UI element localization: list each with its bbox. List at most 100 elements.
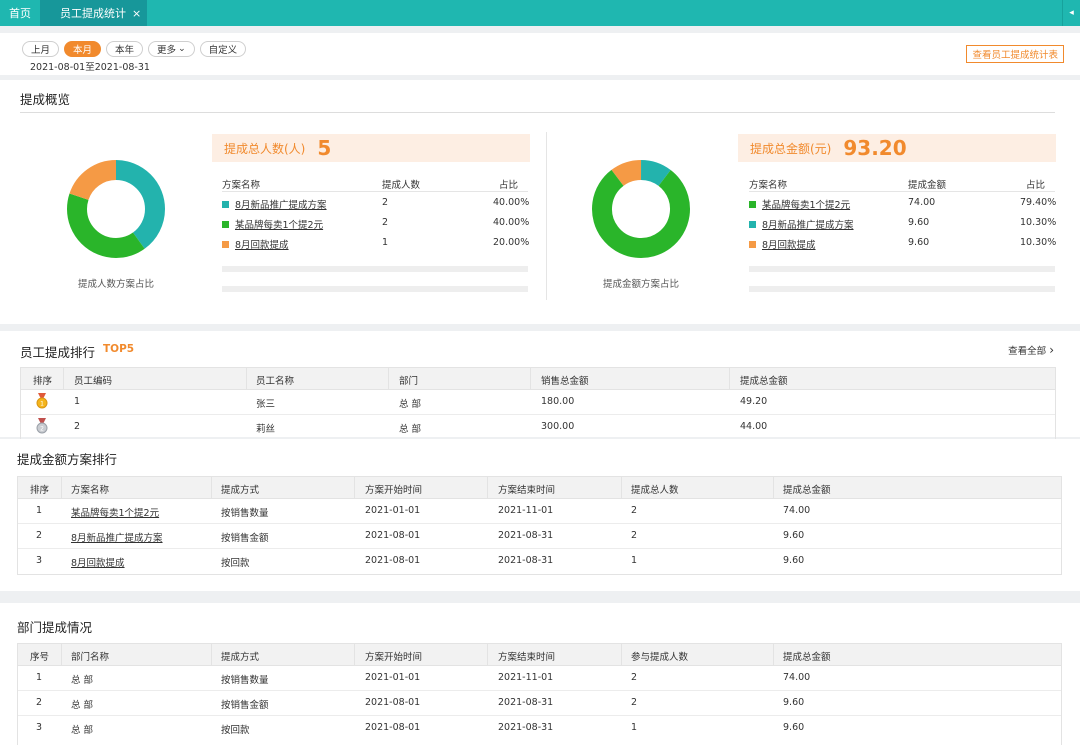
col-share: 占比 (1026, 180, 1046, 191)
plan-link[interactable]: 某品牌每卖1个提2元 (235, 217, 323, 231)
table-header: 序号 部门名称 提成方式 方案开始时间 方案结束时间 参与提成人数 提成总金额 (18, 644, 1061, 666)
amount-cell: 74.00 (783, 672, 811, 683)
plan-name-cell: 8月新品推广提成方案 (749, 217, 854, 231)
close-icon[interactable]: × (132, 7, 141, 20)
table-header: 排序 员工编码 员工名称 部门 销售总金额 提成总金额 (21, 368, 1055, 390)
table-row: 8月回款提成 1 20.00% (222, 232, 529, 252)
chevron-right-icon: › (1049, 343, 1054, 357)
chip-this-month[interactable]: 本月 (64, 41, 102, 57)
table-row: 某品牌每卖1个提2元 74.00 79.40% (749, 192, 1056, 212)
plan-link[interactable]: 8月回款提成 (71, 555, 125, 569)
people-cell: 1 (631, 555, 638, 566)
tab-home[interactable]: 首页 (0, 0, 40, 26)
col-separator (487, 644, 488, 666)
sales-total: 300.00 (541, 421, 575, 432)
col-separator (621, 644, 622, 666)
section-title: 提成概览 (20, 92, 71, 107)
tab-label: 员工提成统计 (60, 7, 126, 20)
svg-text:2: 2 (40, 426, 44, 433)
amount-value: 9.60 (908, 237, 930, 248)
end-date-cell: 2021-08-31 (498, 530, 554, 541)
col-separator (211, 644, 212, 666)
col-no: 序号 (30, 652, 50, 663)
kpi-value: 93.20 (843, 136, 907, 160)
table-row: 2 8月新品推广提成方案 按销售金额 2021-08-01 2021-08-31… (18, 524, 1061, 549)
table-row: 1 某品牌每卖1个提2元 按销售数量 2021-01-01 2021-11-01… (18, 499, 1061, 524)
amount-plan-table: 方案名称 提成金额 占比 某品牌每卖1个提2元 74.00 79.40% 8月新… (749, 172, 1057, 252)
col-separator (621, 477, 622, 499)
method-cell: 按回款 (221, 558, 250, 569)
plan-link[interactable]: 某品牌每卖1个提2元 (762, 197, 850, 211)
chip-this-year[interactable]: 本年 (106, 41, 144, 57)
department-section: 部门提成情况 序号 部门名称 提成方式 方案开始时间 方案结束时间 参与提成人数… (0, 603, 1080, 745)
table-row: 8月新品推广提成方案 9.60 10.30% (749, 212, 1057, 232)
view-all-link[interactable]: 查看全部 › (1008, 343, 1054, 357)
col-share: 占比 (499, 180, 519, 191)
rank-cell: 3 (36, 555, 43, 566)
plan-name-cell: 8月回款提成 (222, 237, 289, 251)
col-separator (354, 477, 355, 499)
plan-link[interactable]: 8月回款提成 (762, 237, 816, 251)
silver-medal-icon: 2 (36, 418, 48, 434)
people-kpi: 提成总人数(人) 5 (212, 134, 530, 162)
no-cell: 3 (36, 722, 43, 733)
method-cell: 按销售数量 (221, 675, 269, 686)
col-employee-name: 员工名称 (256, 376, 295, 387)
people-cell: 2 (631, 530, 638, 541)
plan-name-cell: 8月新品推广提成方案 (222, 197, 327, 211)
col-plan-name: 方案名称 (222, 180, 261, 191)
plan-name-cell: 某品牌每卖1个提2元 (222, 217, 323, 231)
rank-cell: 2 (36, 530, 43, 541)
chip-last-month[interactable]: 上月 (22, 41, 60, 57)
top-tab-bar: 首页 员工提成统计 × ◂ (0, 0, 1080, 26)
col-start-date: 方案开始时间 (365, 652, 423, 663)
legend-swatch (222, 240, 229, 248)
share-value: 10.30% (1020, 217, 1057, 228)
date-range: 2021-08-01至2021-08-31 (30, 62, 150, 73)
people-cell: 2 (631, 505, 638, 516)
plan-link[interactable]: 8月新品推广提成方案 (71, 530, 163, 544)
placeholder-bar (749, 286, 1055, 292)
table-header: 方案名称 提成金额 占比 (749, 172, 1055, 192)
count-value: 2 (382, 197, 389, 208)
table-row: 2 2 莉丝 总 部 300.00 44.00 (21, 415, 1055, 439)
col-sales-total: 销售总金额 (541, 376, 589, 387)
table-row: 某品牌每卖1个提2元 2 40.00% (222, 212, 529, 232)
table-row: 8月新品推广提成方案 2 40.00% (222, 192, 530, 212)
view-report-button[interactable]: 查看员工提成统计表 (966, 45, 1064, 63)
kpi-label: 提成总人数(人) (224, 141, 306, 156)
collapse-icon[interactable]: ◂ (1062, 0, 1080, 26)
col-separator (246, 368, 247, 390)
legend-swatch (222, 200, 229, 208)
share-value: 40.00% (493, 197, 530, 208)
chip-custom[interactable]: 自定义 (199, 41, 247, 57)
top5-badge: TOP5 (103, 343, 135, 355)
col-separator (63, 368, 64, 390)
chip-more[interactable]: 更多 ⌄ (148, 41, 195, 57)
plan-link[interactable]: 8月新品推广提成方案 (762, 217, 854, 231)
amount-cell: 9.60 (783, 530, 805, 541)
ranking-table: 排序 员工编码 员工名称 部门 销售总金额 提成总金额 1 1 张三 总 部 1… (20, 367, 1056, 441)
plan-link[interactable]: 8月回款提成 (235, 237, 289, 251)
end-date-cell: 2021-11-01 (498, 672, 554, 683)
plan-link[interactable]: 8月新品推广提成方案 (235, 197, 327, 211)
amount-kpi: 提成总金额(元) 93.20 (738, 134, 1056, 162)
share-value: 10.30% (1020, 237, 1057, 248)
col-commission-total: 提成总金额 (740, 376, 788, 387)
plan-link[interactable]: 某品牌每卖1个提2元 (71, 505, 159, 519)
plan-name-cell: 8月回款提成 (749, 237, 816, 251)
gold-medal-icon: 1 (36, 393, 48, 409)
col-separator (773, 477, 774, 499)
table-header: 排序 方案名称 提成方式 方案开始时间 方案结束时间 提成总人数 提成总金额 (18, 477, 1061, 499)
employee-name: 莉丝 (256, 424, 276, 435)
plan-ranking-table: 排序 方案名称 提成方式 方案开始时间 方案结束时间 提成总人数 提成总金额 1… (17, 476, 1062, 575)
legend-swatch (749, 240, 756, 248)
section-title: 部门提成情况 (17, 620, 93, 635)
col-total-people: 提成总人数 (631, 485, 679, 496)
department: 总 部 (399, 399, 422, 410)
start-date-cell: 2021-08-01 (365, 530, 421, 541)
people-plan-table: 方案名称 提成人数 占比 8月新品推广提成方案 2 40.00% 某品牌每卖1个… (222, 172, 530, 252)
people-donut-chart (67, 160, 165, 258)
tab-commission-stats[interactable]: 员工提成统计 × (40, 0, 147, 26)
col-separator (388, 368, 389, 390)
